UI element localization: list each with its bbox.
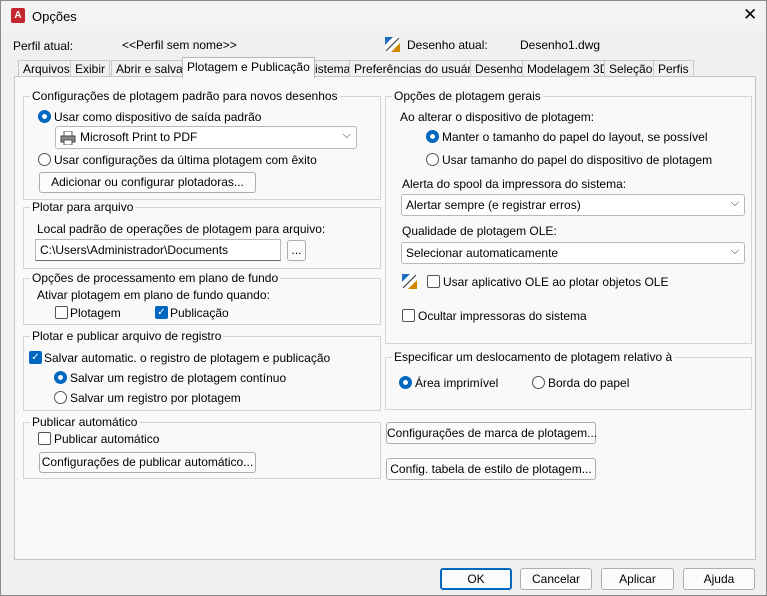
ok-button[interactable]: OK bbox=[440, 568, 512, 590]
use-last-settings-radio[interactable] bbox=[38, 153, 51, 166]
tab-arquivos[interactable]: Arquivos bbox=[18, 60, 75, 77]
log-title: Plotar e publicar arquivo de registro bbox=[30, 329, 224, 343]
use-device-paper-radio[interactable] bbox=[426, 153, 439, 166]
keep-layout-paper-radio[interactable] bbox=[426, 130, 439, 143]
keep-layout-paper-label: Manter o tamanho do papel do layout, se … bbox=[442, 130, 708, 144]
title-bar: A Opções ✕ bbox=[1, 1, 766, 31]
plot-location-input[interactable]: C:\Users\Administrador\Documents bbox=[35, 239, 281, 261]
apply-button[interactable]: Aplicar bbox=[601, 568, 674, 590]
background-enable-label: Ativar plotagem em plano de fundo quando… bbox=[37, 288, 270, 302]
tab-preferencias-do-usuario[interactable]: Preferências do usuário bbox=[349, 60, 486, 77]
plot-to-file-title: Plotar para arquivo bbox=[30, 200, 136, 214]
ole-quality-value: Selecionar automaticamente bbox=[406, 246, 559, 260]
use-device-paper-label: Usar tamanho do papel do dispositivo de … bbox=[442, 153, 713, 167]
drawing-label: Desenho atual: bbox=[407, 38, 488, 52]
use-ole-app-checkbox[interactable] bbox=[427, 275, 440, 288]
plotting-checkbox[interactable] bbox=[55, 306, 68, 319]
continuous-log-radio[interactable] bbox=[54, 371, 67, 384]
ole-quality-select[interactable]: Selecionar automaticamente ⌵ bbox=[401, 242, 745, 264]
general-options-title: Opções de plotagem gerais bbox=[392, 89, 543, 103]
plot-offset-title: Especificar um deslocamento de plotagem … bbox=[392, 350, 675, 364]
profile-label: Perfil atual: bbox=[13, 39, 74, 53]
drawing-file-icon bbox=[385, 37, 400, 52]
plot-style-table-button[interactable]: Config. tabela de estilo de plotagem... bbox=[386, 458, 596, 480]
auto-publish-title: Publicar automático bbox=[30, 415, 140, 429]
per-plot-log-radio[interactable] bbox=[54, 391, 67, 404]
hide-printers-label: Ocultar impressoras do sistema bbox=[418, 309, 587, 323]
close-icon[interactable]: ✕ bbox=[743, 6, 757, 24]
ole-object-icon bbox=[402, 274, 417, 289]
use-device-label: Usar como dispositivo de saída padrão bbox=[54, 110, 262, 124]
default-plot-title: Configurações de plotagem padrão para no… bbox=[30, 89, 340, 103]
use-ole-app-label: Usar aplicativo OLE ao plotar objetos OL… bbox=[443, 275, 669, 289]
hide-printers-checkbox[interactable] bbox=[402, 309, 415, 322]
profile-value: <<Perfil sem nome>> bbox=[122, 38, 237, 52]
plot-location-label: Local padrão de operações de plotagem pa… bbox=[37, 222, 326, 236]
publishing-checkbox[interactable]: ✓ bbox=[155, 306, 168, 319]
auto-save-log-checkbox[interactable]: ✓ bbox=[29, 351, 42, 364]
per-plot-log-label: Salvar um registro por plotagem bbox=[70, 391, 241, 405]
when-changing-label: Ao alterar o dispositivo de plotagem: bbox=[400, 110, 595, 124]
plotting-label: Plotagem bbox=[70, 306, 121, 320]
cancel-button[interactable]: Cancelar bbox=[520, 568, 592, 590]
tab-exibir[interactable]: Exibir bbox=[70, 60, 111, 77]
drawing-value: Desenho1.dwg bbox=[520, 38, 601, 52]
plot-stamp-settings-button[interactable]: Configurações de marca de plotagem... bbox=[386, 422, 597, 444]
continuous-log-label: Salvar um registro de plotagem contínuo bbox=[70, 371, 287, 385]
tab-perfis[interactable]: Perfis bbox=[653, 60, 694, 77]
ole-quality-label: Qualidade de plotagem OLE: bbox=[402, 224, 557, 238]
options-dialog: A Opções ✕ Perfil atual: <<Perfil sem no… bbox=[0, 0, 767, 596]
printer-icon bbox=[60, 131, 76, 145]
tab-modelagem-3d[interactable]: Modelagem 3D bbox=[522, 60, 614, 77]
tab-desenho[interactable]: Desenho bbox=[470, 60, 529, 77]
spool-alert-value: Alertar sempre (e registrar erros) bbox=[406, 198, 581, 212]
add-plotter-button[interactable]: Adicionar ou configurar plotadoras... bbox=[39, 172, 256, 193]
autocad-icon: A bbox=[11, 8, 25, 23]
printable-area-label: Área imprimível bbox=[415, 376, 499, 390]
background-title: Opções de processamento em plano de fund… bbox=[30, 271, 281, 285]
printable-area-radio[interactable] bbox=[399, 376, 412, 389]
auto-publish-label: Publicar automático bbox=[54, 432, 160, 446]
use-last-settings-label: Usar configurações da última plotagem co… bbox=[54, 153, 317, 167]
chevron-down-icon: ⌵ bbox=[730, 197, 739, 209]
tab-selecao[interactable]: Seleção bbox=[604, 60, 658, 77]
paper-edge-radio[interactable] bbox=[532, 376, 545, 389]
use-device-radio[interactable] bbox=[38, 110, 51, 123]
auto-publish-checkbox[interactable] bbox=[38, 432, 51, 445]
plot-device-value: Microsoft Print to PDF bbox=[80, 130, 198, 144]
tab-plotagem-e-publicacao[interactable]: Plotagem e Publicação bbox=[182, 57, 315, 78]
tab-abrir-e-salvar[interactable]: Abrir e salvar bbox=[111, 60, 192, 77]
help-button[interactable]: Ajuda bbox=[683, 568, 755, 590]
paper-edge-label: Borda do papel bbox=[548, 376, 630, 390]
auto-publish-settings-button[interactable]: Configurações de publicar automático... bbox=[39, 452, 256, 473]
auto-save-log-label: Salvar automatic. o registro de plotagem… bbox=[44, 351, 331, 365]
window-title: Opções bbox=[32, 9, 77, 24]
browse-button[interactable]: ... bbox=[287, 240, 306, 261]
plot-device-select[interactable]: Microsoft Print to PDF ⌵ bbox=[55, 126, 357, 149]
spool-alert-label: Alerta do spool da impressora do sistema… bbox=[402, 177, 627, 191]
publishing-label: Publicação bbox=[170, 306, 229, 320]
chevron-down-icon: ⌵ bbox=[342, 129, 351, 141]
chevron-down-icon: ⌵ bbox=[730, 245, 739, 257]
spool-alert-select[interactable]: Alertar sempre (e registrar erros) ⌵ bbox=[401, 194, 745, 216]
